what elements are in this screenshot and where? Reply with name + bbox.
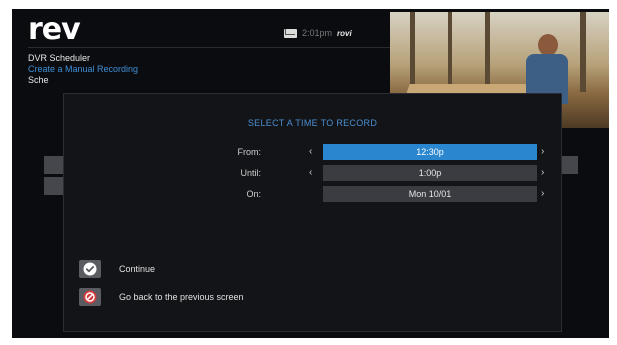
checkmark-icon (79, 260, 101, 278)
go-back-button[interactable]: Go back to the previous screen (79, 288, 244, 306)
from-time-field[interactable]: 12:30p (323, 144, 537, 160)
dialog-title: SELECT A TIME TO RECORD (247, 118, 378, 128)
background-button (44, 177, 64, 195)
preview-tree (485, 12, 490, 92)
background-button (44, 156, 64, 174)
breadcrumb-section: DVR Scheduler (28, 53, 91, 63)
until-time-field[interactable]: 1:00p (323, 165, 537, 181)
background-button (560, 156, 578, 174)
preview-tree (448, 12, 452, 92)
status-bar: 2:01pm rovi (284, 26, 352, 40)
header-divider (28, 47, 390, 48)
until-left-arrow-icon[interactable]: ‹ (309, 165, 312, 181)
continue-button[interactable]: Continue (79, 260, 155, 278)
preview-person-head (538, 34, 558, 56)
rovi-logo: rovi (337, 28, 352, 38)
cancel-icon (79, 288, 101, 306)
on-label: On: (246, 189, 261, 199)
mail-icon (284, 28, 297, 38)
date-field[interactable]: Mon 10/01 (323, 186, 537, 202)
preview-tree (580, 12, 586, 92)
record-time-dialog: SELECT A TIME TO RECORD From: ‹ 12:30p ›… (63, 93, 562, 332)
from-right-arrow-icon[interactable]: › (541, 144, 544, 160)
until-label: Until: (240, 168, 261, 178)
rev-logo: rev (28, 12, 81, 47)
until-right-arrow-icon[interactable]: › (541, 165, 544, 181)
go-back-label: Go back to the previous screen (119, 292, 244, 302)
from-left-arrow-icon[interactable]: ‹ (309, 144, 312, 160)
from-label: From: (237, 147, 262, 157)
tv-screen: rev 2:01pm rovi DVR Scheduler Create a M… (12, 9, 609, 338)
clock: 2:01pm (302, 28, 333, 38)
continue-label: Continue (119, 264, 156, 274)
breadcrumb-partial: Sche (28, 75, 49, 85)
preview-tree (410, 12, 415, 92)
date-right-arrow-icon[interactable]: › (541, 186, 544, 202)
breadcrumb-current: Create a Manual Recording (28, 64, 139, 74)
breadcrumb: DVR Scheduler Create a Manual Recording … (28, 53, 138, 86)
